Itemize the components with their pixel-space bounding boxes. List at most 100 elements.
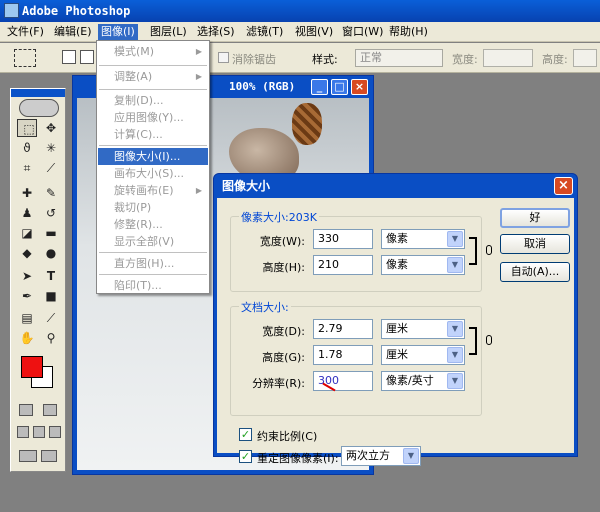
style-label: 样式:: [312, 53, 338, 66]
minimize-icon[interactable]: _: [311, 79, 328, 95]
stamp-icon[interactable]: ♟: [17, 204, 37, 222]
menu-help[interactable]: 帮助(H): [386, 24, 431, 40]
hand-icon[interactable]: ✋: [17, 329, 37, 347]
foreground-color-swatch[interactable]: [21, 356, 43, 378]
maximize-icon[interactable]: □: [331, 79, 348, 95]
cancel-button[interactable]: 取消: [500, 234, 570, 254]
menu-item-rotate-canvas[interactable]: 旋转画布(E) ▶: [98, 182, 208, 199]
shape-icon[interactable]: ■: [41, 287, 61, 305]
move-icon[interactable]: ✥: [41, 119, 61, 137]
magic-wand-icon[interactable]: ✳: [41, 139, 61, 157]
imageready-icon[interactable]: [41, 450, 57, 462]
dodge-icon[interactable]: ●: [41, 244, 61, 262]
brush-icon[interactable]: ✎: [41, 184, 61, 202]
healing-brush-icon[interactable]: ✚: [17, 184, 37, 202]
menu-item-mode[interactable]: 模式(M) ▶: [98, 43, 208, 60]
history-brush-icon[interactable]: ↺: [41, 204, 61, 222]
menu-item-reveal-all[interactable]: 显示全部(V): [98, 233, 208, 250]
resample-method-select[interactable]: 两次立方 ▼: [341, 446, 421, 466]
antialias-label: 消除锯齿: [232, 53, 276, 66]
menu-item-adjust[interactable]: 调整(A) ▶: [98, 68, 208, 85]
chevron-down-icon: ▼: [447, 231, 463, 247]
link-bracket: [469, 327, 477, 355]
menu-item-histogram[interactable]: 直方图(H)...: [98, 255, 208, 272]
menu-edit[interactable]: 编辑(E): [51, 24, 95, 40]
pixel-width-input[interactable]: 330: [313, 229, 373, 249]
pixel-height-unit-select[interactable]: 像素 ▼: [381, 255, 465, 275]
blur-icon[interactable]: ◆: [17, 244, 37, 262]
lasso-icon[interactable]: ϑ: [17, 139, 37, 157]
style-select[interactable]: 正常: [355, 49, 443, 67]
menu-item-canvas-size[interactable]: 画布大小(S)...: [98, 165, 208, 182]
menu-file[interactable]: 文件(F): [4, 24, 47, 40]
screen-mode-full-icon[interactable]: [49, 426, 61, 438]
chain-link-icon: [486, 335, 492, 345]
doc-width-label: 宽度(D):: [262, 325, 305, 338]
menu-image[interactable]: 图像(I): [98, 24, 138, 40]
constrain-proportions-checkbox[interactable]: ✓: [239, 428, 252, 441]
document-size-title: 文档大小:: [239, 299, 291, 315]
ok-button[interactable]: 好: [500, 208, 570, 228]
image-menu-dropdown: 模式(M) ▶ 调整(A) ▶ 复制(D)... 应用图像(Y)... 计算(C).…: [96, 40, 210, 294]
eyedropper-icon[interactable]: ⟋: [41, 309, 61, 327]
menu-layer[interactable]: 图层(L): [147, 24, 190, 40]
style-value: 正常: [360, 51, 382, 64]
toolbox-header[interactable]: [11, 89, 65, 97]
resolution-input[interactable]: 300: [313, 371, 373, 391]
pixel-height-input[interactable]: 210: [313, 255, 373, 275]
crop-icon[interactable]: ⌗: [17, 159, 37, 177]
height-input[interactable]: [573, 49, 597, 67]
doc-height-input[interactable]: 1.78: [313, 345, 373, 365]
path-select-icon[interactable]: ➤: [17, 267, 37, 285]
gradient-icon[interactable]: ▬: [41, 224, 61, 242]
menu-item-apply-image[interactable]: 应用图像(Y)...: [98, 109, 208, 126]
menu-filter[interactable]: 滤镜(T): [243, 24, 286, 40]
menu-separator: [99, 274, 207, 275]
menu-separator: [99, 145, 207, 146]
quickmask-mode-icon[interactable]: [43, 404, 57, 416]
dialog-close-icon[interactable]: ×: [554, 177, 573, 195]
resample-image-checkbox[interactable]: ✓: [239, 450, 252, 463]
menu-item-trim[interactable]: 修整(R)...: [98, 216, 208, 233]
standard-mode-icon[interactable]: [19, 404, 33, 416]
document-size-group: 文档大小: 宽度(D): 2.79 厘米 ▼ 高度(G): 1.78 厘米 ▼ 分辨…: [230, 299, 492, 416]
tool-preset-icon[interactable]: [14, 49, 36, 67]
menu-window[interactable]: 窗口(W): [339, 24, 386, 40]
screen-mode-full-menu-icon[interactable]: [33, 426, 45, 438]
new-selection-icon[interactable]: [62, 50, 76, 64]
menu-item-image-size[interactable]: 图像大小(I)...: [98, 148, 208, 165]
add-selection-icon[interactable]: [80, 50, 94, 64]
pixel-width-unit-select[interactable]: 像素 ▼: [381, 229, 465, 249]
adobe-online-icon[interactable]: [19, 99, 59, 117]
app-title: Adobe Photoshop: [22, 4, 131, 18]
menubar: 文件(F) 编辑(E) 图像(I) 图层(L) 选择(S) 滤镜(T) 视图(V…: [0, 22, 600, 42]
doc-width-input[interactable]: 2.79: [313, 319, 373, 339]
app-titlebar: Adobe Photoshop: [0, 0, 600, 22]
slice-icon[interactable]: ⟋: [41, 159, 61, 177]
chevron-down-icon: ▼: [447, 373, 463, 389]
jump-to-imageready-icon[interactable]: [19, 450, 37, 462]
menu-item-crop[interactable]: 裁切(P): [98, 199, 208, 216]
doc-height-unit-select[interactable]: 厘米 ▼: [381, 345, 465, 365]
resolution-unit-select[interactable]: 像素/英寸 ▼: [381, 371, 465, 391]
menu-select[interactable]: 选择(S): [194, 24, 238, 40]
menu-view[interactable]: 视图(V): [292, 24, 336, 40]
image-size-dialog: 图像大小 × 像素大小:203K 宽度(W): 330 像素 ▼ 高度(H): 2…: [213, 173, 578, 466]
menu-item-trap[interactable]: 陷印(T)...: [98, 277, 208, 294]
resample-image-label: 重定图像像素(I):: [257, 452, 339, 465]
zoom-icon[interactable]: ⚲: [41, 329, 61, 347]
menu-item-calculations[interactable]: 计算(C)...: [98, 126, 208, 143]
doc-width-unit-select[interactable]: 厘米 ▼: [381, 319, 465, 339]
chevron-down-icon: ▼: [403, 448, 419, 464]
antialias-checkbox[interactable]: [218, 52, 229, 63]
marquee-icon[interactable]: ⬚: [17, 119, 37, 137]
notes-icon[interactable]: ▤: [17, 309, 37, 327]
screen-mode-standard-icon[interactable]: [17, 426, 29, 438]
close-icon[interactable]: ×: [351, 79, 368, 95]
eraser-icon[interactable]: ◪: [17, 224, 37, 242]
auto-button[interactable]: 自动(A)...: [500, 262, 570, 282]
type-icon[interactable]: T: [41, 267, 61, 285]
width-input[interactable]: [483, 49, 533, 67]
pen-icon[interactable]: ✒: [17, 287, 37, 305]
menu-item-duplicate[interactable]: 复制(D)...: [98, 92, 208, 109]
